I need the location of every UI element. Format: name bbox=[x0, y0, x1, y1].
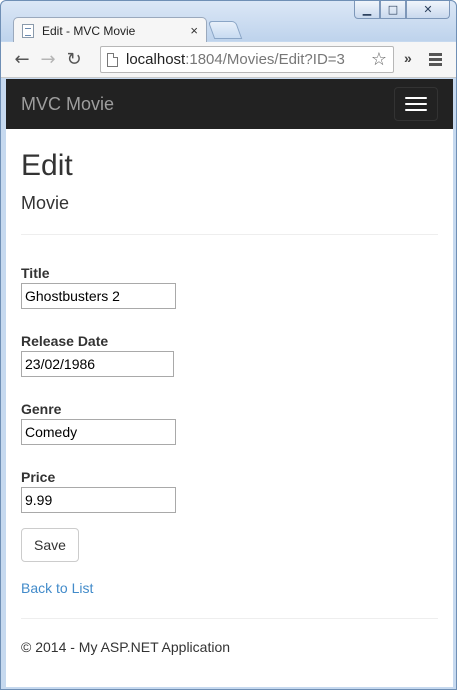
address-bar[interactable]: localhost:1804/Movies/Edit?ID=3 ☆ bbox=[100, 46, 394, 73]
browser-tab[interactable]: Edit - MVC Movie × bbox=[13, 17, 207, 43]
genre-input[interactable] bbox=[21, 419, 176, 445]
reload-icon[interactable]: ↻ bbox=[61, 47, 87, 73]
title-input[interactable] bbox=[21, 283, 176, 309]
release-date-group: Release Date bbox=[21, 333, 438, 377]
url-text[interactable]: localhost:1804/Movies/Edit?ID=3 bbox=[126, 51, 365, 68]
overflow-chevron-icon[interactable]: » bbox=[404, 50, 412, 66]
price-label: Price bbox=[21, 469, 56, 485]
divider bbox=[21, 234, 438, 235]
back-link-row: Back to List bbox=[21, 580, 438, 598]
browser-window: ▁ □ ✕ Edit - MVC Movie × ← → ↻ localhost… bbox=[0, 0, 457, 690]
save-button[interactable]: Save bbox=[21, 528, 79, 562]
release-date-label: Release Date bbox=[21, 333, 109, 349]
maximize-button[interactable]: □ bbox=[380, 1, 406, 19]
site-brand-link[interactable]: MVC Movie bbox=[21, 94, 114, 115]
back-to-list-link[interactable]: Back to List bbox=[21, 580, 93, 596]
window-controls: ▁ □ ✕ bbox=[354, 1, 450, 19]
footer-divider bbox=[21, 618, 438, 619]
page-icon bbox=[107, 52, 118, 67]
page-favicon-icon bbox=[22, 23, 34, 38]
browser-toolbar: ← → ↻ localhost:1804/Movies/Edit?ID=3 ☆ … bbox=[1, 42, 456, 78]
back-arrow-icon[interactable]: ← bbox=[9, 47, 35, 73]
title-bar: ▁ □ ✕ Edit - MVC Movie × bbox=[1, 1, 456, 43]
release-date-input[interactable] bbox=[21, 351, 174, 377]
price-input[interactable] bbox=[21, 487, 176, 513]
title-label: Title bbox=[21, 265, 50, 281]
price-group: Price bbox=[21, 469, 438, 513]
footer-copyright: © 2014 - My ASP.NET Application bbox=[21, 639, 231, 655]
title-group: Title bbox=[21, 265, 438, 309]
navbar-toggle-button[interactable] bbox=[394, 87, 438, 121]
new-tab-button[interactable] bbox=[207, 21, 243, 39]
close-window-button[interactable]: ✕ bbox=[406, 1, 450, 19]
menu-icon[interactable] bbox=[429, 53, 442, 68]
tab-close-icon[interactable]: × bbox=[190, 23, 198, 38]
minimize-button[interactable]: ▁ bbox=[354, 1, 380, 19]
genre-label: Genre bbox=[21, 401, 62, 417]
site-navbar: MVC Movie bbox=[6, 79, 453, 129]
tab-title: Edit - MVC Movie bbox=[42, 23, 136, 38]
forward-arrow-icon[interactable]: → bbox=[35, 47, 61, 73]
genre-group: Genre bbox=[21, 401, 438, 445]
save-row: Save bbox=[21, 528, 438, 562]
main-content: Edit Movie Title Release Date Genre Pric… bbox=[6, 149, 453, 655]
bookmark-star-icon[interactable]: ☆ bbox=[365, 49, 393, 70]
web-page: MVC Movie Edit Movie Title Release Date … bbox=[6, 79, 453, 687]
page-subtitle: Movie bbox=[21, 193, 70, 213]
page-title: Edit bbox=[21, 149, 73, 182]
